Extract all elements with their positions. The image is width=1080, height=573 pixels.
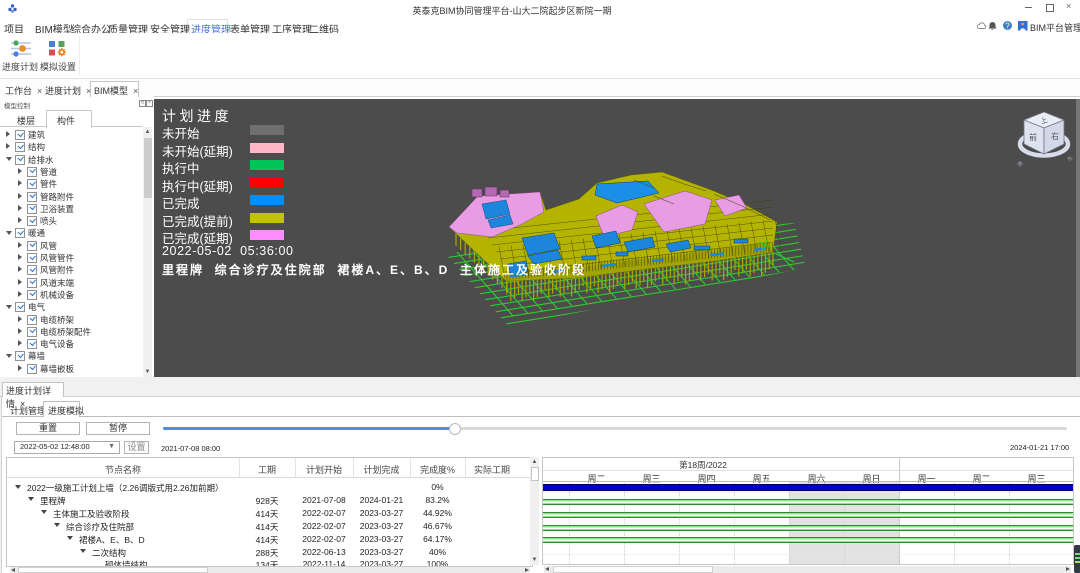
svg-text:前: 前 — [1029, 132, 1037, 142]
svg-text:南: 南 — [1015, 160, 1023, 169]
svg-text:东: 东 — [1066, 154, 1074, 163]
svg-text:?: ? — [1005, 21, 1010, 30]
svg-text:右: 右 — [1051, 131, 1059, 141]
